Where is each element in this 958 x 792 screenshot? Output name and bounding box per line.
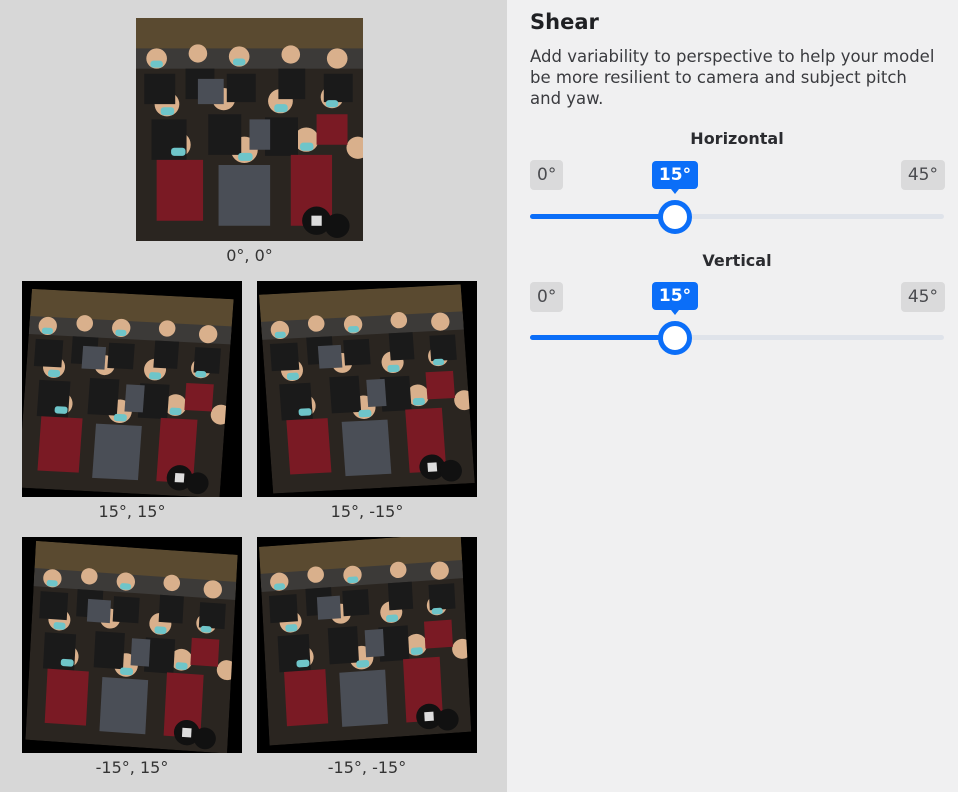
panel-description: Add variability to perspective to help y… [530, 47, 935, 108]
variant-preview-caption: 15°, -15° [330, 502, 404, 521]
horizontal-slider-track[interactable] [530, 200, 944, 234]
horizontal-slider-fill [530, 214, 675, 219]
panel-title: Shear [530, 10, 599, 34]
variant-preview-image [257, 281, 477, 497]
original-preview-image [136, 18, 363, 241]
horizontal-min-label: 0° [530, 160, 564, 190]
horizontal-value-badge: 15° [652, 161, 698, 194]
vertical-slider-fill [530, 335, 675, 340]
settings-panel: Shear Add variability to perspective to … [507, 0, 958, 792]
variant-preview-image [257, 537, 477, 753]
vertical-slider-track[interactable] [530, 321, 944, 355]
variant-preview-caption: -15°, -15° [327, 758, 407, 777]
variant-preview-image [22, 537, 242, 753]
horizontal-max-label: 45° [900, 160, 945, 190]
vertical-slider-label: Vertical [702, 251, 772, 270]
variant-preview-caption: 15°, 15° [98, 502, 166, 521]
original-preview-caption: 0°, 0° [226, 246, 273, 265]
vertical-min-label: 0° [530, 282, 564, 312]
vertical-value-badge: 15° [652, 282, 698, 315]
preview-panel: 0°, 0° 15°, 15° 15°, -15° -15°, 15° -15°… [0, 0, 507, 792]
vertical-slider-handle[interactable] [658, 321, 692, 355]
horizontal-slider-handle[interactable] [658, 200, 692, 234]
vertical-max-label: 45° [900, 282, 945, 312]
variant-preview-caption: -15°, 15° [95, 758, 169, 777]
horizontal-slider-label: Horizontal [690, 129, 784, 148]
variant-preview-image [22, 281, 242, 497]
